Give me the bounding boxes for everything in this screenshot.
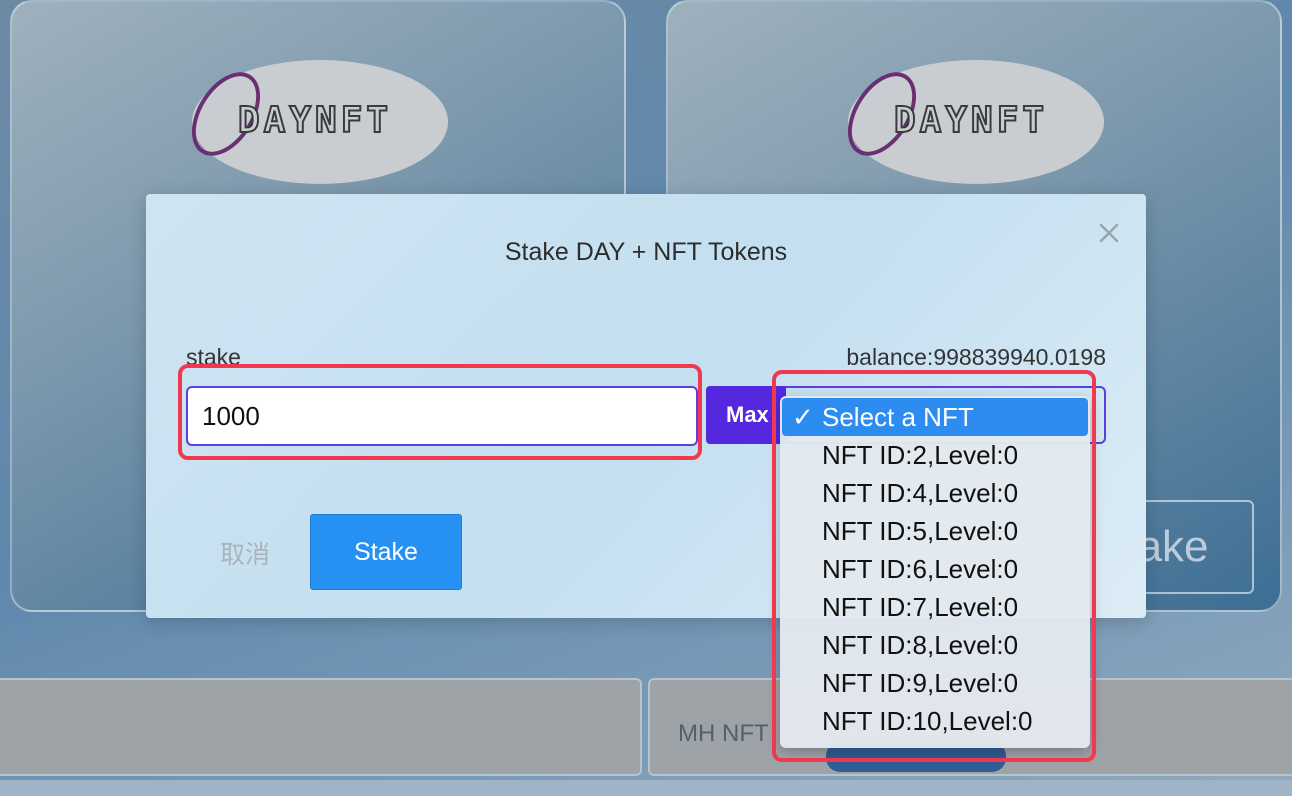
stake-button[interactable]: Stake [310,514,462,590]
bottom-strip [0,780,1292,796]
logo-text: DAYNFT [893,99,1049,142]
modal-title: Stake DAY + NFT Tokens [504,238,788,266]
daynft-logo: DAYNFT [177,60,448,184]
daynft-logo: DAYNFT [833,60,1104,184]
panel-label: MH NFT [678,720,769,747]
cancel-button[interactable]: 取消 [214,534,276,572]
highlight-box-amount [178,364,702,460]
bottom-panel-left [0,678,642,776]
logo-text: DAYNFT [237,99,393,142]
highlight-box-dropdown [772,370,1096,762]
balance-label: balance:998839940.0198 [846,344,1106,370]
close-icon[interactable] [1096,220,1122,246]
